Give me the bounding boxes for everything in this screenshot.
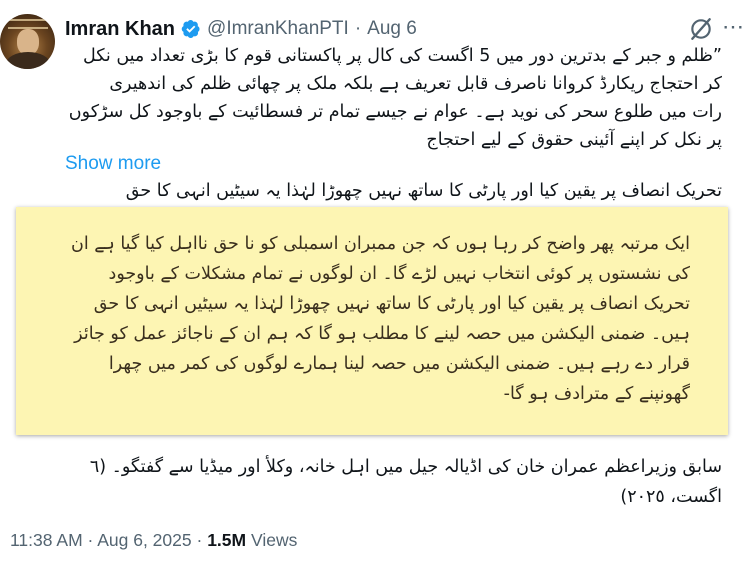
card-line: کی نشستوں پر کوئی انتخاب نہیں لڑے گا۔ ان…	[108, 264, 690, 284]
author-avatar[interactable]	[0, 14, 55, 69]
show-more-link[interactable]: Show more	[65, 153, 161, 175]
tweet-body-line-4: پر نکل کر اپنے آئینی حقوق کے لیے احتجاج	[426, 130, 722, 150]
author-handle[interactable]: @ImranKhanPTI	[207, 18, 349, 40]
card-line: ہیں۔ ضمنی الیکشن میں حصہ لینے کا مطلب ہو…	[74, 324, 690, 344]
tweet-date[interactable]: Aug 6	[367, 18, 417, 40]
card-line: تحریک انصاف پر یقین کیا اور پارٹی کا سات…	[93, 294, 690, 314]
verified-badge-icon	[181, 20, 200, 38]
quote-card-image[interactable]: ایک مرتبہ پھر واضح کر رہا ہوں کہ جن ممبر…	[16, 207, 728, 435]
avatar-body	[6, 52, 50, 69]
tweet-body-line-1: ”ظلم و جبر کے بدترین دور میں 5 اگست کی ک…	[82, 46, 722, 66]
card-line: ایک مرتبہ پھر واضح کر رہا ہوں کہ جن ممبر…	[70, 234, 690, 254]
tweet-body-line-3: رات میں طلوع سحر کی نوید ہے۔ عوام نے جیس…	[68, 102, 722, 122]
avatar-banner-text-decoration	[8, 19, 48, 29]
tweet-body-line-2: کر احتجاج ریکارڈ کروانا ناصرف قابل تعریف…	[109, 74, 722, 94]
tweet-header: Imran Khan @ImranKhanPTI · Aug 6	[65, 16, 417, 42]
card-line: گھونپنے کے مترادف ہو گا-	[503, 384, 690, 404]
tweet-timestamp[interactable]: 11:38 AM · Aug 6, 2025 ·	[10, 530, 202, 550]
quote-card-text: ایک مرتبہ پھر واضح کر رہا ہوں کہ جن ممبر…	[50, 229, 690, 409]
views-count: 1.5M	[207, 530, 247, 550]
views-label: Views	[250, 530, 298, 550]
card-line: قرار دے رہے ہیں۔ ضمنی الیکشن میں حصہ لین…	[108, 354, 690, 374]
grok-icon[interactable]	[688, 16, 714, 42]
caption-line-1: سابق وزیراعظم عمران خان کی اڈیالہ جیل می…	[89, 457, 722, 477]
image-peek-line: تحریک انصاف پر یقین کیا اور پارٹی کا سات…	[125, 181, 722, 201]
caption-line-2: اگست، ٢٠٢٥)	[620, 487, 722, 507]
tweet-meta: 11:38 AM · Aug 6, 2025 · 1.5M Views	[10, 530, 297, 551]
more-options-icon[interactable]: ⋯	[722, 14, 745, 40]
author-name[interactable]: Imran Khan	[65, 18, 175, 41]
header-separator: ·	[354, 18, 362, 39]
